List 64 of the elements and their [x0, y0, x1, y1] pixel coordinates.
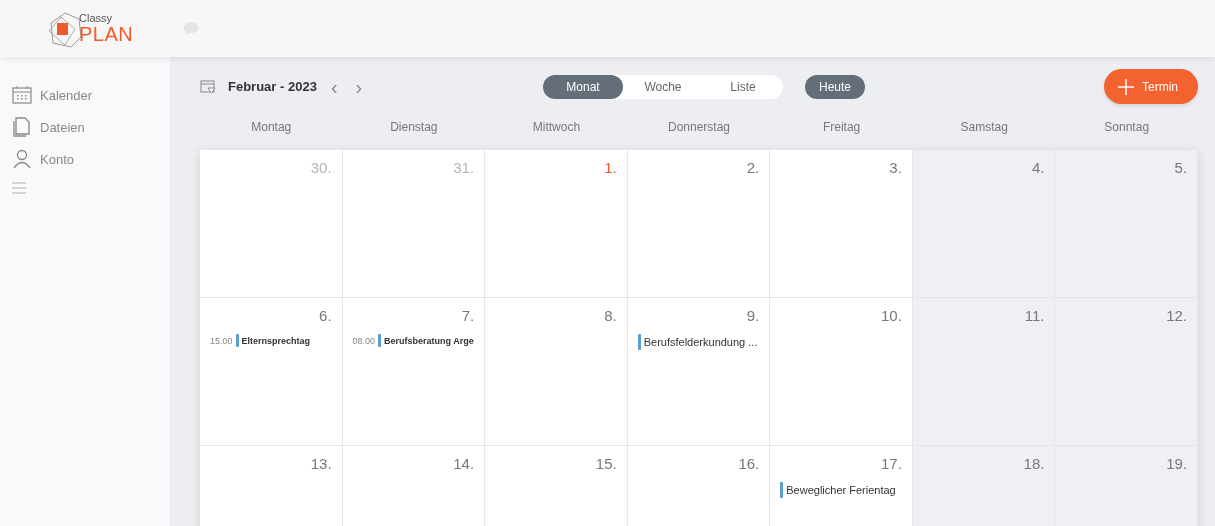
event-title[interactable]: Berufsberatung Arge: [384, 335, 474, 346]
event-title[interactable]: Elternsprechtag: [241, 335, 311, 346]
day-number: 12.: [1166, 307, 1187, 324]
event-title[interactable]: Berufsfelderkundung ...: [643, 336, 758, 348]
event-time: 08.00: [352, 335, 376, 346]
sidebar-item[interactable]: Dateien: [0, 111, 170, 143]
weekday-label: Montag: [250, 120, 293, 134]
day-number: 30.: [310, 159, 332, 176]
view-tab[interactable]: Liste: [703, 74, 783, 99]
day-cell[interactable]: 15.: [485, 446, 628, 526]
day-number: 7.: [461, 307, 475, 324]
next-button[interactable]: ›: [351, 76, 367, 97]
today-button[interactable]: Heute: [805, 74, 865, 99]
user-icon: [12, 149, 32, 169]
day-cell[interactable]: 12.: [1055, 298, 1198, 446]
sidebar-item[interactable]: Konto: [0, 143, 170, 175]
weekday-label: Samstag: [959, 120, 1009, 134]
calendar-filter-icon[interactable]: [200, 79, 216, 94]
day-number: 8.: [604, 307, 617, 324]
previous-button[interactable]: ‹: [326, 76, 342, 97]
day-number: 9.: [746, 307, 760, 324]
day-number: 13.: [310, 455, 332, 472]
day-cell[interactable]: 3.: [770, 150, 913, 298]
day-number: 5.: [1174, 159, 1187, 176]
day-cell[interactable]: 10.: [770, 298, 913, 446]
calendar-icon: [12, 85, 32, 105]
day-number: 31.: [453, 159, 475, 176]
day-cell[interactable]: 1.: [485, 150, 628, 298]
logo-text: PLAN: [79, 24, 134, 44]
document-icon: [12, 117, 32, 137]
weekday-label: Sonntag: [1103, 120, 1151, 134]
weekday-label: Freitag: [821, 120, 862, 134]
event-title[interactable]: Beweglicher Ferientag: [786, 484, 896, 496]
day-number: 2.: [746, 159, 760, 176]
weekday-label: Mittwoch: [531, 120, 582, 134]
day-number: 19.: [1166, 455, 1187, 472]
day-cell[interactable]: 6. 15.00 Elternsprechtag: [200, 298, 343, 446]
day-cell[interactable]: 13.: [200, 446, 343, 526]
day-cell[interactable]: 5.: [1055, 150, 1198, 298]
view-tab[interactable]: Woche: [623, 74, 703, 99]
weekday-label: Dienstag: [389, 120, 439, 134]
view-tab[interactable]: Monat: [543, 74, 623, 99]
sidebar-item[interactable]: Kalender: [0, 79, 170, 111]
day-number: 11.: [1024, 307, 1045, 324]
weekday-label: Donnerstag: [666, 120, 731, 134]
day-number: 1.: [604, 159, 617, 176]
day-number: 14.: [453, 455, 475, 472]
day-number: 15.: [595, 455, 617, 472]
day-number: 6.: [319, 307, 332, 324]
plus-icon: [1118, 78, 1134, 95]
add-appointment-button[interactable]: Termin: [1104, 69, 1198, 104]
day-number: 18.: [1023, 455, 1045, 472]
logo-text: Classy: [79, 13, 113, 24]
day-number: 10.: [881, 307, 902, 324]
day-number: 16.: [738, 455, 760, 472]
menu-icon[interactable]: [12, 181, 26, 195]
day-cell[interactable]: 8.: [485, 298, 628, 446]
day-cell[interactable]: 19.: [1055, 446, 1198, 526]
event-time: 15.00: [210, 335, 233, 346]
day-number: 4.: [1031, 159, 1045, 176]
day-number: 3.: [889, 159, 902, 176]
day-cell[interactable]: 17. Beweglicher Ferientag: [770, 446, 913, 526]
day-number: 17.: [881, 455, 902, 472]
month-title: Februar - 2023: [228, 79, 317, 94]
